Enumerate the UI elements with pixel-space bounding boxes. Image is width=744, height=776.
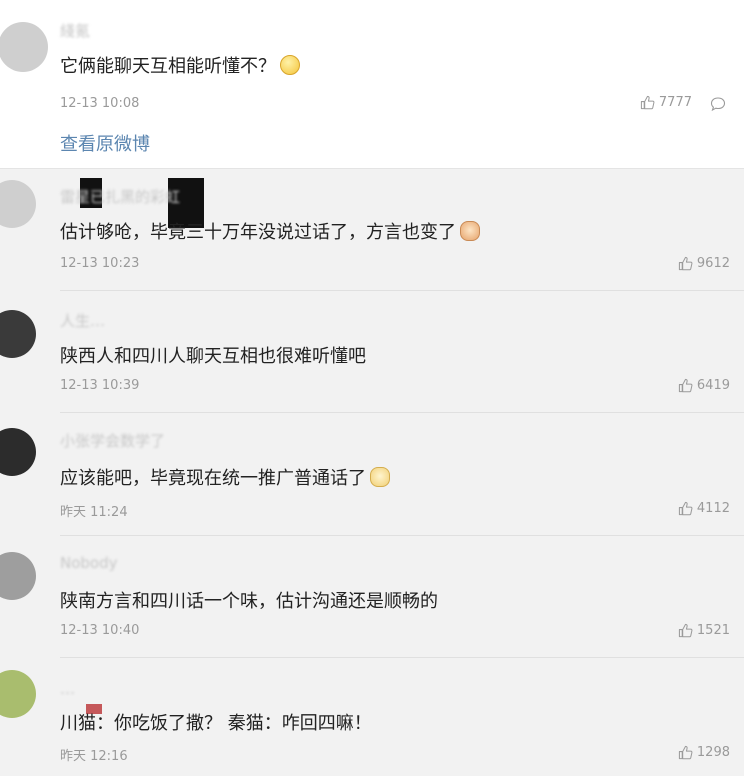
thumbs-up-icon [678,745,693,760]
comment-text: 它俩能聊天互相能听懂不？ [60,52,300,78]
thumbs-up-icon [640,95,655,110]
comment-time: 昨天 11:24 [60,505,128,520]
like-count: 9612 [696,256,730,271]
divider [60,290,744,291]
comment-text: 川猫：你吃饭了撒？ 秦猫：咋回四嘛！ [60,709,372,735]
like-count: 1298 [696,745,730,760]
comment-text: 陕西人和四川人聊天互相也很难听懂吧 [60,342,366,368]
cat-face-emoji-icon [460,221,480,241]
like-button[interactable]: 4112 [678,501,730,516]
comment-time: 昨天 12:16 [60,749,128,764]
avatar[interactable] [0,180,36,228]
comment-time: 12-13 10:40 [60,623,140,638]
comment-username[interactable]: Nobody [60,554,118,572]
comment-text: 陕南方言和四川话一个味，估计沟通还是顺畅的 [60,587,438,613]
thumbs-up-icon [678,256,693,271]
like-count: 4112 [696,501,730,516]
comment-body: 陕南方言和四川话一个味，估计沟通还是顺畅的 [60,591,438,612]
comment-body: 应该能吧，毕竟现在统一推广普通话了 [60,468,366,489]
divider [60,535,744,536]
comment-time: 12-13 10:08 [60,96,140,111]
like-count: 6419 [696,378,730,393]
comment-username[interactable]: … [60,680,75,698]
divider [60,657,744,658]
comment-text: 应该能吧，毕竟现在统一推广普通话了 [60,464,390,490]
thinking-face-emoji-icon [280,55,300,75]
thumbs-up-icon [678,501,693,516]
like-button[interactable]: 1521 [678,623,730,638]
thumbs-up-icon [678,378,693,393]
top-comment-card: 綫氪 它俩能聊天互相能听懂不？ 12-13 10:08 7777 查看原微博 [0,0,744,169]
comment-username[interactable]: 綫氪 [60,20,90,41]
comment-body: 陕西人和四川人聊天互相也很难听懂吧 [60,346,366,367]
view-original-weibo-link[interactable]: 查看原微博 [60,130,150,156]
comment-text: 估计够呛，毕竟三十万年没说过话了，方言也变了 [60,218,480,244]
avatar[interactable] [0,552,36,600]
comment-time: 12-13 10:39 [60,378,140,393]
like-button[interactable]: 6419 [678,378,730,393]
comment-body: 它俩能聊天互相能听懂不？ [60,56,276,77]
thumbs-up-icon [678,623,693,638]
comment-username[interactable]: 小张学会数学了 [60,430,165,451]
like-button[interactable]: 9612 [678,256,730,271]
avatar[interactable] [0,428,36,476]
comment-body: 川猫：你吃饭了撒？ 秦猫：咋回四嘛！ [60,713,372,734]
comment-username[interactable]: 人生… [60,310,105,331]
divider [60,412,744,413]
avatar[interactable] [0,310,36,358]
avatar[interactable] [0,22,48,72]
like-button[interactable]: 1298 [678,745,730,760]
comment-reply-icon[interactable] [710,96,726,116]
avatar[interactable] [0,670,36,718]
comment-username[interactable]: 雷星已扎黑的彩虹 [60,186,180,207]
like-count: 1521 [696,623,730,638]
cat-face-emoji-icon [370,467,390,487]
comment-body: 估计够呛，毕竟三十万年没说过话了，方言也变了 [60,222,456,243]
like-button[interactable]: 7777 [640,95,692,110]
comment-time: 12-13 10:23 [60,256,140,271]
like-count: 7777 [658,95,692,110]
